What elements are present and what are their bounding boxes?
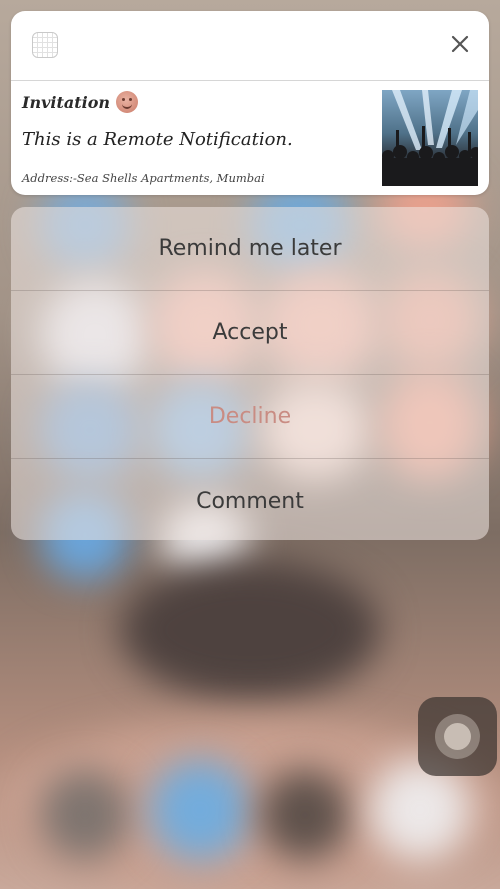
comment-button[interactable]: Comment: [11, 459, 489, 540]
smiling-face-icon: [116, 91, 139, 113]
assistive-touch-icon: [435, 714, 480, 759]
notification-actions: Remind me later Accept Decline Comment: [11, 207, 489, 540]
decline-button[interactable]: Decline: [11, 375, 489, 459]
accept-button[interactable]: Accept: [11, 291, 489, 375]
concert-crowd-image: [382, 90, 478, 186]
notification-content: Invitation This is a Remote Notification…: [11, 81, 489, 195]
notification-title-row: Invitation: [22, 91, 139, 113]
close-button[interactable]: [445, 29, 475, 59]
close-icon: [451, 35, 469, 53]
notification-message: This is a Remote Notification.: [22, 129, 293, 150]
notification-title: Invitation: [22, 92, 111, 112]
notification-address: Address:-Sea Shells Apartments, Mumbai: [22, 171, 265, 185]
remind-me-later-button[interactable]: Remind me later: [11, 207, 489, 291]
grid-app-icon: [32, 32, 58, 58]
assistive-touch-button[interactable]: [418, 697, 497, 776]
notification-header: [11, 11, 489, 81]
notification-card[interactable]: Invitation This is a Remote Notification…: [11, 11, 489, 195]
